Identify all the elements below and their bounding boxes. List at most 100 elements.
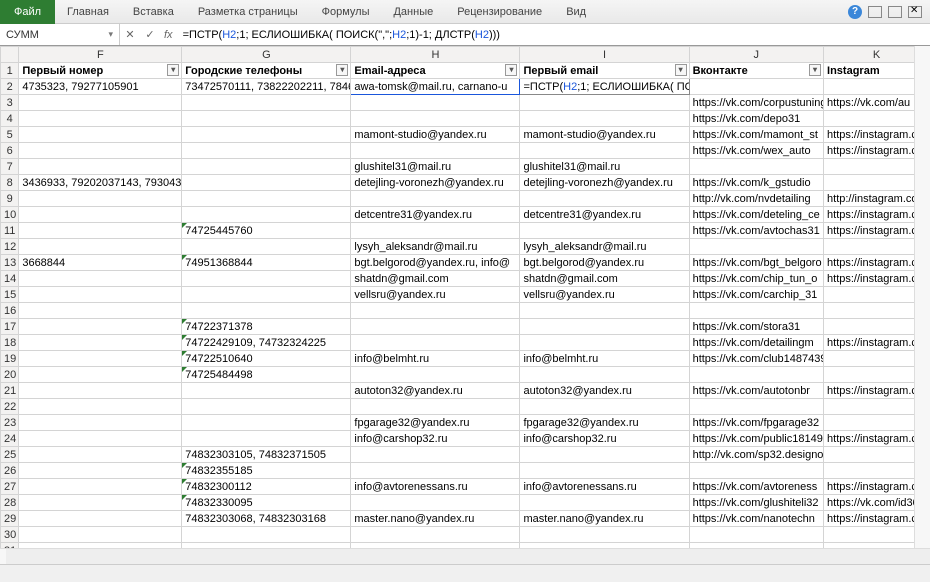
cell[interactable]: [689, 159, 823, 175]
cell[interactable]: https://vk.com/deteling_ce: [689, 207, 823, 223]
row-header[interactable]: 16: [1, 303, 19, 319]
cell[interactable]: [520, 367, 689, 383]
cell[interactable]: [689, 303, 823, 319]
cell[interactable]: bgt.belgorod@yandex.ru: [520, 255, 689, 271]
row-header[interactable]: 11: [1, 223, 19, 239]
cell[interactable]: https://vk.com/k_gstudio: [689, 175, 823, 191]
row-header[interactable]: 3: [1, 95, 19, 111]
cell[interactable]: [351, 303, 520, 319]
column-header[interactable]: G: [182, 47, 351, 63]
cell[interactable]: [520, 191, 689, 207]
cell[interactable]: [19, 239, 182, 255]
cell[interactable]: 74832303068, 74832303168: [182, 511, 351, 527]
cell[interactable]: https://vk.com/nanotechn: [689, 511, 823, 527]
table-header-cell[interactable]: Городские телефоны▾: [182, 63, 351, 79]
cell[interactable]: [520, 463, 689, 479]
cell[interactable]: [19, 223, 182, 239]
cell[interactable]: [19, 479, 182, 495]
row-header[interactable]: 5: [1, 127, 19, 143]
cell[interactable]: info@carshop32.ru: [520, 431, 689, 447]
row-header[interactable]: 4: [1, 111, 19, 127]
cell[interactable]: https://vk.com/corpustuning: [689, 95, 823, 111]
close-icon[interactable]: ✕: [908, 6, 922, 18]
row-header[interactable]: 1: [1, 63, 19, 79]
cell[interactable]: [19, 335, 182, 351]
cell[interactable]: 3436933, 79202037143, 79304351125: [19, 175, 182, 191]
active-cell-editing[interactable]: =ПСТР(H2;1; ЕСЛИОШИБКА( ПОИСК(",";H2;1)-…: [520, 79, 689, 95]
row-header[interactable]: 6: [1, 143, 19, 159]
ribbon-tab[interactable]: Разметка страницы: [186, 2, 310, 22]
fx-icon[interactable]: fx: [160, 29, 177, 41]
cell[interactable]: https://vk.com/carchip_31: [689, 287, 823, 303]
cell[interactable]: lysyh_aleksandr@mail.ru: [520, 239, 689, 255]
vertical-scrollbar[interactable]: [914, 46, 930, 548]
file-tab[interactable]: Файл: [0, 0, 55, 24]
cell[interactable]: 74832300112: [182, 479, 351, 495]
row-header[interactable]: 24: [1, 431, 19, 447]
cell[interactable]: [351, 447, 520, 463]
cell[interactable]: [19, 287, 182, 303]
filter-dropdown-icon[interactable]: ▾: [809, 64, 821, 76]
cell[interactable]: [182, 303, 351, 319]
row-header[interactable]: 10: [1, 207, 19, 223]
row-header[interactable]: 17: [1, 319, 19, 335]
cell[interactable]: info@belmht.ru: [351, 351, 520, 367]
cell[interactable]: detcentre31@yandex.ru: [351, 207, 520, 223]
cell[interactable]: [351, 367, 520, 383]
cell[interactable]: [520, 223, 689, 239]
cell[interactable]: [182, 431, 351, 447]
cell[interactable]: [19, 303, 182, 319]
cell[interactable]: [19, 143, 182, 159]
cell[interactable]: [689, 367, 823, 383]
accept-formula-icon[interactable]: ✓: [140, 28, 160, 41]
cell[interactable]: [19, 271, 182, 287]
cell[interactable]: [182, 239, 351, 255]
cell[interactable]: master.nano@yandex.ru: [351, 511, 520, 527]
cell[interactable]: [182, 415, 351, 431]
cell[interactable]: [689, 399, 823, 415]
horizontal-scrollbar[interactable]: [6, 549, 930, 564]
cell[interactable]: [351, 495, 520, 511]
column-header[interactable]: I: [520, 47, 689, 63]
cell[interactable]: [182, 127, 351, 143]
cell[interactable]: 74951368844: [182, 255, 351, 271]
cell[interactable]: http://vk.com/sp32.designo: [689, 447, 823, 463]
filter-dropdown-icon[interactable]: ▾: [675, 64, 687, 76]
cell[interactable]: 4735323, 79277105901: [19, 79, 182, 95]
row-header[interactable]: 15: [1, 287, 19, 303]
cell[interactable]: info@carshop32.ru: [351, 431, 520, 447]
filter-dropdown-icon[interactable]: ▾: [336, 64, 348, 76]
cell[interactable]: 73472570111, 73822202211, 7846: [182, 79, 351, 95]
cell[interactable]: [351, 223, 520, 239]
cell[interactable]: [182, 207, 351, 223]
ribbon-tab[interactable]: Данные: [381, 2, 445, 22]
cell[interactable]: [19, 511, 182, 527]
name-box-dropdown-icon[interactable]: ▾: [108, 29, 113, 40]
cell[interactable]: [182, 143, 351, 159]
cell[interactable]: https://vk.com/autotonbr: [689, 383, 823, 399]
row-header[interactable]: 28: [1, 495, 19, 511]
cell[interactable]: [182, 111, 351, 127]
cell[interactable]: [182, 527, 351, 543]
cell[interactable]: 74722510640: [182, 351, 351, 367]
cell[interactable]: [351, 319, 520, 335]
cell[interactable]: [19, 127, 182, 143]
row-header[interactable]: 21: [1, 383, 19, 399]
row-header[interactable]: 9: [1, 191, 19, 207]
cell[interactable]: https://vk.com/stora31: [689, 319, 823, 335]
cell[interactable]: [19, 383, 182, 399]
cell[interactable]: [182, 175, 351, 191]
row-header[interactable]: 12: [1, 239, 19, 255]
cell[interactable]: [182, 191, 351, 207]
cell[interactable]: [520, 527, 689, 543]
ribbon-tab[interactable]: Рецензирование: [445, 2, 554, 22]
cell[interactable]: [351, 111, 520, 127]
column-header[interactable]: H: [351, 47, 520, 63]
select-all-corner[interactable]: [1, 47, 19, 63]
cell[interactable]: [520, 143, 689, 159]
cell[interactable]: [520, 95, 689, 111]
cell[interactable]: info@avtorenessans.ru: [520, 479, 689, 495]
cell[interactable]: [689, 79, 823, 95]
ribbon-tab[interactable]: Вставка: [121, 2, 186, 22]
cell[interactable]: awa-tomsk@mail.ru, carnano-u: [351, 79, 520, 95]
